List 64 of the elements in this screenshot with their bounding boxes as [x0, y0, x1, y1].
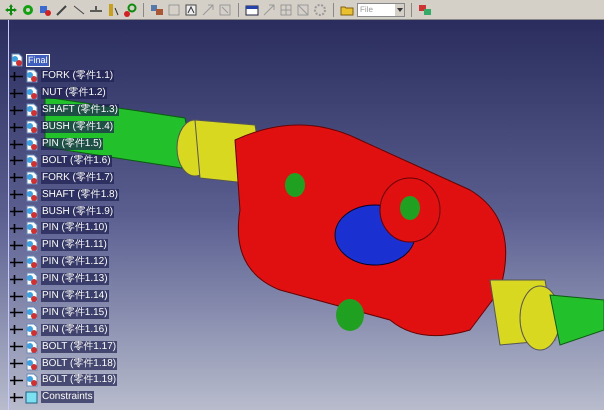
product-icon: [25, 86, 39, 100]
product-icon: [25, 340, 39, 354]
expand-icon[interactable]: [10, 240, 23, 250]
product-icon: [10, 53, 24, 67]
product-icon: [25, 356, 39, 371]
product-icon: [25, 238, 39, 252]
product-icon: [25, 120, 39, 134]
expand-icon[interactable]: [10, 392, 23, 402]
expand-icon[interactable]: [10, 258, 23, 267]
pencil-icon[interactable]: [55, 2, 69, 16]
tree-item-label[interactable]: BOLT (零件1.6): [41, 154, 112, 167]
product-icon: [25, 373, 39, 388]
product-icon: [25, 154, 39, 168]
product-icon: [25, 272, 39, 286]
tree-item-label[interactable]: PIN (零件1.13): [41, 273, 109, 286]
expand-icon[interactable]: [10, 325, 23, 334]
tree-item-label[interactable]: BOLT (零件1.17): [41, 340, 118, 353]
tree-item-label[interactable]: PIN (零件1.10): [41, 222, 109, 234]
tree-item-label[interactable]: PIN (零件1.16): [41, 324, 109, 336]
tree-item-label[interactable]: PIN (零件1.11): [41, 239, 108, 252]
product-icon: [25, 306, 39, 320]
tree-item-label[interactable]: BOLT (零件1.18): [41, 358, 118, 370]
product-icon: [25, 255, 39, 270]
product-icon: [25, 322, 39, 337]
expand-icon[interactable]: [10, 376, 23, 385]
product-icon: [25, 103, 39, 118]
product-icon: [25, 170, 39, 185]
expand-icon[interactable]: [10, 359, 23, 368]
viewport[interactable]: [0, 20, 604, 410]
tree-item-label[interactable]: PIN (零件1.14): [41, 290, 109, 302]
expand-icon[interactable]: [10, 274, 23, 284]
expand-icon[interactable]: [10, 292, 23, 301]
tree-item-label[interactable]: SHAFT (零件1.8): [41, 188, 119, 201]
tree-item-label[interactable]: FORK (零件1.1): [41, 70, 114, 82]
assembly-icon[interactable]: [418, 2, 432, 16]
product-icon: [25, 204, 39, 219]
window-icon[interactable]: [245, 2, 259, 16]
product-icon: [25, 137, 39, 151]
tree-item-label[interactable]: PIN (零件1.15): [41, 306, 109, 319]
caret-icon: [396, 8, 402, 12]
tree-item-label[interactable]: PIN (零件1.12): [41, 256, 109, 268]
rotate-icon[interactable]: [21, 2, 35, 16]
tree-item-label[interactable]: BOLT (零件1.19): [41, 374, 118, 386]
expand-icon[interactable]: [10, 342, 23, 352]
constraints-icon: [25, 390, 39, 404]
tree-item-label[interactable]: NUT (零件1.2): [41, 87, 107, 100]
product-icon: [25, 69, 39, 84]
magnifier-icon[interactable]: [123, 2, 137, 16]
expand-icon[interactable]: [10, 308, 23, 318]
product-icon: [25, 188, 39, 202]
tree-item-label[interactable]: PIN (零件1.5): [41, 138, 104, 150]
tree-item-label[interactable]: Constraints: [41, 391, 94, 404]
product-icon: [25, 221, 39, 236]
tree-item-label[interactable]: FORK (零件1.7): [41, 172, 114, 184]
tree-item-label[interactable]: BUSH (零件1.9): [41, 206, 114, 218]
tree-item-label[interactable]: BUSH (零件1.4): [41, 121, 114, 134]
assembly-icon[interactable]: [150, 2, 164, 16]
tree-root-label[interactable]: Final: [26, 54, 50, 66]
pan-icon[interactable]: [4, 2, 18, 16]
ruler-icon[interactable]: [106, 2, 120, 16]
line-icon[interactable]: [72, 2, 86, 16]
product-icon: [25, 289, 39, 304]
tree-item-label[interactable]: SHAFT (零件1.3): [41, 104, 119, 116]
gear-icon[interactable]: [313, 2, 327, 16]
